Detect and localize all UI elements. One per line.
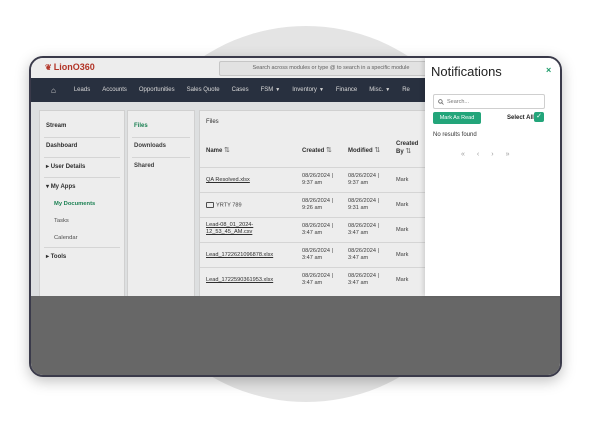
no-results-text: No results found xyxy=(433,132,477,138)
select-all-checkbox[interactable]: ✓ xyxy=(534,112,544,122)
prev-page-icon[interactable]: ‹ xyxy=(477,151,479,158)
last-page-icon[interactable]: » xyxy=(506,151,510,158)
next-page-icon[interactable]: › xyxy=(491,151,493,158)
notifications-title: Notifications xyxy=(431,64,502,79)
check-icon: ✓ xyxy=(536,113,542,120)
close-icon[interactable]: × xyxy=(546,65,551,75)
pagination: « ‹ › » xyxy=(461,151,510,158)
mark-as-read-button[interactable]: Mark As Read xyxy=(433,112,481,124)
notifications-search-input[interactable]: Search... xyxy=(433,94,545,109)
notifications-search-placeholder: Search... xyxy=(447,98,470,105)
first-page-icon[interactable]: « xyxy=(461,151,465,158)
app-window: ❦ LionO360 Search across modules or type… xyxy=(31,58,560,375)
device-frame: ❦ LionO360 Search across modules or type… xyxy=(29,56,562,377)
notifications-panel: Notifications × Search... Mark As Read S… xyxy=(425,58,560,296)
search-icon xyxy=(438,98,444,105)
select-all-label: Select All xyxy=(507,115,534,121)
